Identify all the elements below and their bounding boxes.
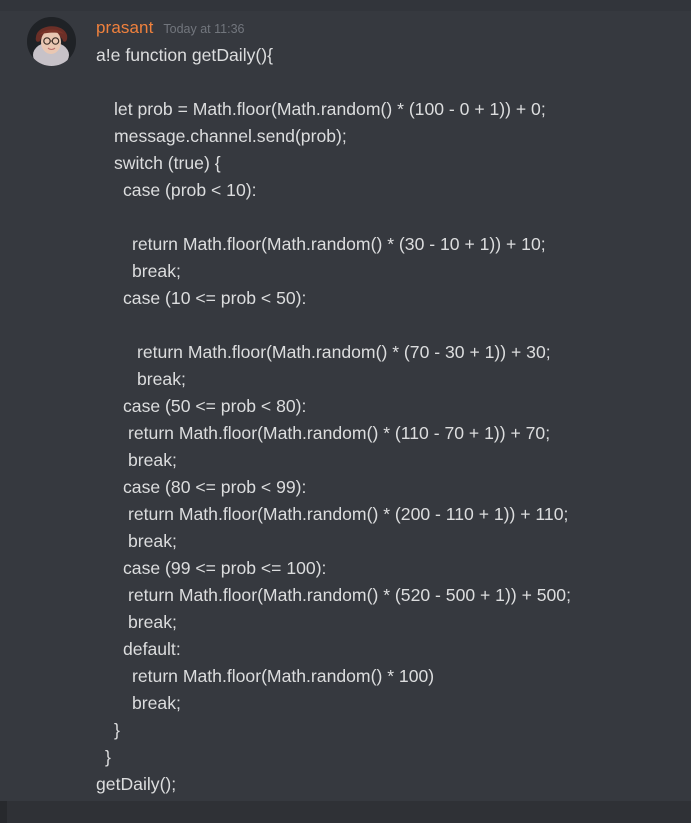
message-line: a!e function getDaily(){ [96,45,274,65]
message-line: return Math.floor(Math.random() * (30 - … [132,234,546,254]
message-line: break; [128,612,177,632]
message-line: return Math.floor(Math.random() * (200 -… [128,504,569,524]
scroll-edge-shadow [0,801,7,823]
message-line: case (80 <= prob < 99): [123,477,307,497]
message-line: return Math.floor(Math.random() * 100) [132,666,435,686]
message-line: break; [132,693,181,713]
next-message-edge [0,801,691,823]
message-line: break; [128,531,177,551]
message-content: a!e function getDaily(){ let prob = Math… [0,0,691,823]
message-line: case (10 <= prob < 50): [123,288,307,308]
chat-view: prasant Today at 11:36 a!e function getD… [0,0,691,823]
message-line: getDaily(); [96,774,177,794]
message-line: } [105,747,111,767]
message-line: message.channel.send(prob); [114,126,347,146]
message-line: break; [137,369,186,389]
message-line: return Math.floor(Math.random() * (110 -… [128,423,551,443]
message-line: switch (true) { [114,153,221,173]
message-line: default: [123,639,181,659]
message-line: case (prob < 10): [123,180,257,200]
message-line: return Math.floor(Math.random() * (70 - … [137,342,551,362]
message-line: break; [128,450,177,470]
message-line: let prob = Math.floor(Math.random() * (1… [114,99,546,119]
message-line: case (99 <= prob <= 100): [123,558,327,578]
message-line: } [114,720,120,740]
message-line: return Math.floor(Math.random() * (520 -… [128,585,571,605]
message-line: case (50 <= prob < 80): [123,396,307,416]
message-line: break; [132,261,181,281]
